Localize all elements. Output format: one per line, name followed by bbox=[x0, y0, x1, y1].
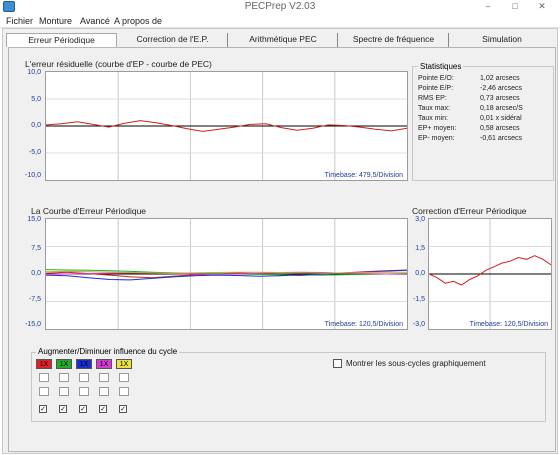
correction-timebase: Timebase: 120,5/Division bbox=[469, 321, 548, 328]
cycle-2-up-stepper[interactable] bbox=[59, 373, 69, 382]
stat-label: RMS EP: bbox=[418, 95, 447, 102]
tab-correction-ep[interactable]: Correction de l'E.P. bbox=[118, 33, 228, 47]
stat-value: 0,58 arcsecs bbox=[480, 125, 520, 132]
correction-panel-title: Correction d'Erreur Périodique bbox=[412, 206, 527, 216]
y-tick: 5,0 bbox=[31, 96, 41, 103]
y-tick: -10,0 bbox=[25, 172, 41, 179]
stat-label: Taux max: bbox=[418, 105, 450, 112]
residual-error-chart bbox=[46, 72, 407, 180]
cycle-1-button[interactable]: 1X bbox=[36, 359, 52, 369]
y-tick: 0,0 bbox=[415, 270, 425, 277]
tab-bar: Erreur Périodique Correction de l'E.P. A… bbox=[6, 33, 554, 47]
statistics-group: Statistiques Pointe E/O: 1,02 arcsecs Po… bbox=[412, 62, 554, 181]
y-tick: -1,5 bbox=[412, 296, 425, 303]
cycle-5-down-stepper[interactable] bbox=[119, 387, 129, 396]
cycle-5-button[interactable]: 1X bbox=[116, 359, 132, 369]
y-tick: 0,0 bbox=[31, 122, 41, 129]
y-tick: 3,0 bbox=[415, 216, 425, 223]
stat-value: -2,46 arcsecs bbox=[480, 85, 523, 92]
stat-label: Pointe E/P: bbox=[418, 85, 454, 92]
stat-value: 0,01 x sidéral bbox=[480, 115, 522, 122]
stat-value: -0,61 arcsecs bbox=[480, 135, 523, 142]
show-subcycles-checkbox[interactable] bbox=[333, 359, 342, 369]
periodic-error-chart bbox=[46, 219, 407, 329]
y-tick: -15,0 bbox=[25, 321, 41, 328]
cycle-3-enable-checkbox[interactable]: ✓ bbox=[79, 405, 87, 413]
y-tick: 15,0 bbox=[27, 216, 41, 223]
cycle-1-up-stepper[interactable] bbox=[39, 373, 49, 382]
y-tick: 7,5 bbox=[31, 245, 41, 252]
show-subcycles-label: Montrer les sous-cycles graphiquement bbox=[346, 359, 486, 368]
correction-chart bbox=[429, 219, 551, 329]
menu-monture[interactable]: Monture bbox=[39, 16, 72, 26]
cycle-2-button[interactable]: 1X bbox=[56, 359, 72, 369]
cycle-2-enable-checkbox[interactable]: ✓ bbox=[59, 405, 67, 413]
tab-arithmetique-pec[interactable]: Arithmétique PEC bbox=[229, 33, 338, 47]
stat-value: 1,02 arcsecs bbox=[480, 75, 520, 82]
show-subcycles-option[interactable]: Montrer les sous-cycles graphiquement bbox=[333, 359, 486, 369]
cycle-4-button[interactable]: 1X bbox=[96, 359, 112, 369]
tab-simulation[interactable]: Simulation bbox=[450, 33, 554, 47]
cycle-3-up-stepper[interactable] bbox=[79, 373, 89, 382]
y-tick: 10,0 bbox=[27, 69, 41, 76]
tab-erreur-periodique[interactable]: Erreur Périodique bbox=[6, 33, 117, 47]
correction-plot: Timebase: 120,5/Division bbox=[428, 218, 552, 330]
maximize-icon[interactable]: □ bbox=[503, 0, 527, 13]
cycle-1-down-stepper[interactable] bbox=[39, 387, 49, 396]
tab-spectre[interactable]: Spectre de fréquence bbox=[339, 33, 449, 47]
cycle-5-up-stepper[interactable] bbox=[119, 373, 129, 382]
stat-label: EP+ moyen: bbox=[418, 125, 457, 132]
stat-label: Taux min: bbox=[418, 115, 448, 122]
stat-value: 0,18 arcsec/S bbox=[480, 105, 523, 112]
y-tick: -3,0 bbox=[412, 321, 425, 328]
cycle-4-down-stepper[interactable] bbox=[99, 387, 109, 396]
stat-label: Pointe E/O: bbox=[418, 75, 454, 82]
cycle-4-up-stepper[interactable] bbox=[99, 373, 109, 382]
y-tick: 0,0 bbox=[31, 270, 41, 277]
cycle-5-enable-checkbox[interactable]: ✓ bbox=[119, 405, 127, 413]
cycle-3-button[interactable]: 1X bbox=[76, 359, 92, 369]
minimize-icon[interactable]: – bbox=[476, 0, 500, 13]
stat-label: EP- moyen: bbox=[418, 135, 455, 142]
y-tick: -7,5 bbox=[28, 296, 41, 303]
cycle-3-down-stepper[interactable] bbox=[79, 387, 89, 396]
raw-panel-title: L'erreur résiduelle (courbe d'EP - courb… bbox=[25, 59, 212, 69]
y-tick: -5,0 bbox=[28, 149, 41, 156]
cycle-influence-title: Augmenter/Diminuer influence du cycle bbox=[36, 347, 180, 356]
y-tick: 1,5 bbox=[415, 245, 425, 252]
periodic-error-plot: Timebase: 120,5/Division bbox=[45, 218, 408, 330]
close-icon[interactable]: ✕ bbox=[530, 0, 554, 13]
menu-a-propos[interactable]: A propos de bbox=[114, 16, 162, 26]
menu-avance[interactable]: Avancé bbox=[80, 16, 110, 26]
periodic-timebase: Timebase: 120,5/Division bbox=[324, 321, 403, 328]
menu-fichier[interactable]: Fichier bbox=[6, 16, 33, 26]
title-bar: PECPrep V2.03 – □ ✕ bbox=[0, 0, 560, 14]
residual-timebase: Timebase: 479,5/Division bbox=[324, 172, 403, 179]
cycle-4-enable-checkbox[interactable]: ✓ bbox=[99, 405, 107, 413]
cycle-2-down-stepper[interactable] bbox=[59, 387, 69, 396]
stat-value: 0,73 arcsecs bbox=[480, 95, 520, 102]
residual-error-plot: Timebase: 479,5/Division bbox=[45, 71, 408, 181]
statistics-title: Statistiques bbox=[418, 62, 464, 71]
cycle-1-enable-checkbox[interactable]: ✓ bbox=[39, 405, 47, 413]
periodic-panel-title: La Courbe d'Erreur Périodique bbox=[31, 206, 147, 216]
menu-bar: Fichier Monture Avancé A propos de bbox=[0, 14, 560, 28]
